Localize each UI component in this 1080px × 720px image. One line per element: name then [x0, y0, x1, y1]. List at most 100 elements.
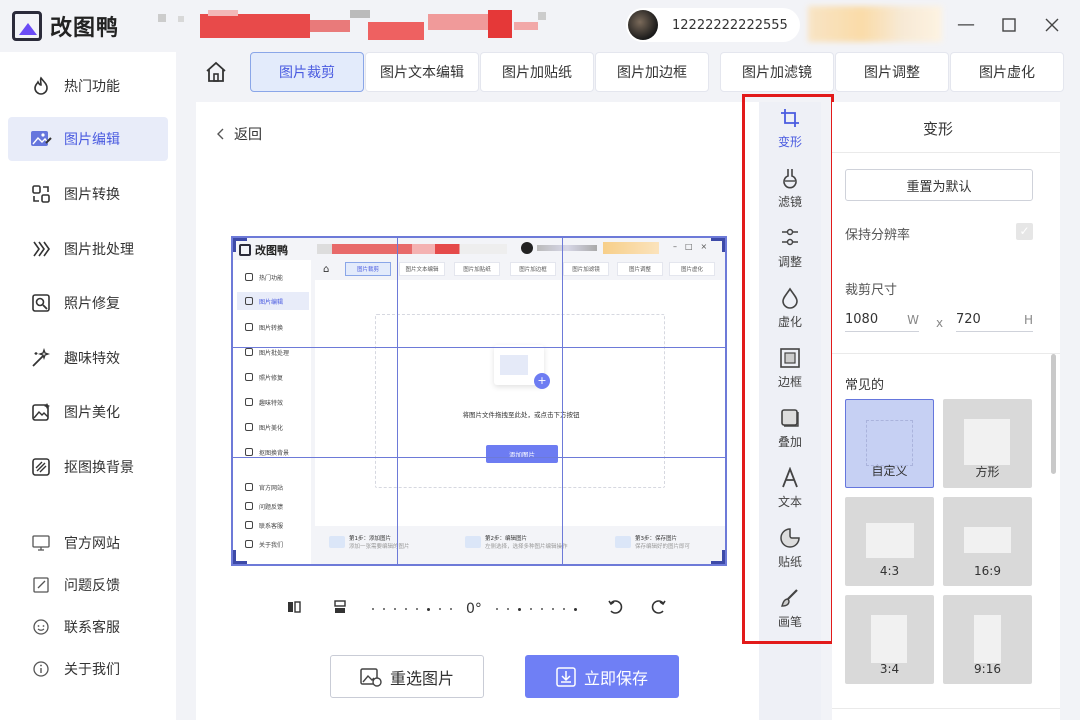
sidebar-item-batch[interactable]: 图片批处理 — [8, 227, 168, 271]
preview-nav-icon — [245, 348, 253, 356]
preview-app-name: 改图鸭 — [255, 244, 288, 257]
vip-badge-blurred[interactable] — [808, 6, 942, 42]
feature-tabs: 图片裁剪 图片文本编辑 图片加贴纸 图片加边框 图片加滤镜 图片调整 图片虚化 — [196, 52, 1080, 94]
magic-wand-icon — [30, 347, 52, 369]
sidebar-item-photo-repair[interactable]: 照片修复 — [8, 281, 168, 325]
footer-item-website[interactable]: 官方网站 — [30, 531, 120, 555]
footer-item-label: 联系客服 — [64, 620, 120, 636]
preview-nav-item: 图片转换 — [237, 318, 309, 336]
keep-resolution-label: 保持分辨率 — [845, 228, 911, 243]
crop-handle-bottom-right[interactable] — [711, 550, 725, 564]
sidebar: 热门功能 图片编辑 图片转换 图片批处理 照片修复 趣味特效 图片美化 抠图换背… — [0, 52, 176, 720]
reselect-label: 重选图片 — [389, 668, 454, 688]
sidebar-item-hot[interactable]: 热门功能 — [8, 64, 168, 108]
crop-handle-top-right[interactable] — [711, 238, 725, 252]
sidebar-item-beautify[interactable]: 图片美化 — [8, 390, 168, 434]
maximize-icon[interactable] — [998, 14, 1020, 36]
flip-horizontal-icon[interactable] — [286, 599, 302, 619]
preview-nav-label: 趣味特效 — [259, 399, 284, 407]
crop-grid-line — [233, 457, 725, 458]
crop-grid-line — [233, 347, 725, 348]
crop-handle-top-left[interactable] — [233, 238, 247, 252]
sidebar-item-convert[interactable]: 图片转换 — [8, 172, 168, 216]
preview-add-button: 添加图片 — [486, 445, 558, 463]
crop-handle-bottom-left[interactable] — [233, 550, 247, 564]
preview-footer-label: 问题反馈 — [259, 503, 284, 511]
preset-16-9[interactable]: 16:9 — [943, 497, 1032, 586]
app-name: 改图鸭 — [50, 16, 120, 41]
preview-tab: 图片加滤镜 — [563, 262, 609, 276]
tab-adjust[interactable]: 图片调整 — [835, 52, 949, 92]
preview-sidebar: 热门功能 图片编辑 图片转换 图片批处理 照片修复 趣味特效 图片美化 抠图换背… — [233, 260, 311, 564]
preset-4-3[interactable]: 4:3 — [845, 497, 934, 586]
rotate-right-icon[interactable] — [649, 598, 667, 620]
user-account[interactable]: 12222222222555 — [626, 8, 800, 42]
home-icon[interactable] — [204, 60, 230, 86]
reselect-image-button[interactable]: 重选图片 — [330, 655, 484, 698]
keep-resolution-checkbox[interactable]: ✓ — [1016, 223, 1033, 240]
preview-nav-item: 图片编辑 — [237, 292, 309, 310]
width-unit: W — [907, 312, 919, 327]
preset-9-16[interactable]: 9:16 — [943, 595, 1032, 684]
tab-text-edit[interactable]: 图片文本编辑 — [365, 52, 479, 92]
preview-footer-item: 关于我们 — [237, 535, 309, 553]
sidebar-item-cutout[interactable]: 抠图换背景 — [8, 445, 168, 489]
sidebar-item-image-edit[interactable]: 图片编辑 — [8, 117, 168, 161]
preview-footer-icon — [245, 540, 253, 548]
rotate-left-icon[interactable] — [607, 598, 625, 620]
preview-step-icon — [329, 536, 345, 548]
reset-default-button[interactable]: 重置为默认 — [845, 169, 1033, 201]
preview-step-desc: 保存编辑好的图片即可 — [635, 544, 691, 550]
preview-step-icon — [615, 536, 631, 548]
tab-sticker[interactable]: 图片加贴纸 — [480, 52, 594, 92]
height-field[interactable]: 720 H — [956, 308, 1033, 332]
tab-crop[interactable]: 图片裁剪 — [250, 52, 364, 92]
preview-step-title: 第2步：编辑图片 — [485, 536, 527, 542]
preset-label: 9:16 — [974, 662, 1001, 676]
batch-icon — [30, 238, 52, 260]
preview-nav-icon — [245, 398, 253, 406]
footer-item-about[interactable]: 关于我们 — [30, 657, 120, 681]
preview-main: + 将图片文件拖拽至此处，或点击下方按钮 添加图片 — [315, 280, 725, 526]
preview-avatar — [521, 242, 533, 254]
preview-drop-text: 将图片文件拖拽至此处，或点击下方按钮 — [462, 411, 580, 419]
flame-icon — [30, 75, 52, 97]
preview-footer-label: 官方网站 — [259, 484, 284, 492]
preview-footer-item: 官方网站 — [237, 478, 309, 496]
highlight-box — [742, 94, 834, 644]
preview-nav-label: 图片编辑 — [259, 298, 284, 306]
close-icon[interactable] — [1041, 14, 1063, 36]
flip-vertical-icon[interactable] — [332, 599, 348, 619]
preview-nav-icon — [245, 423, 253, 431]
tab-filter[interactable]: 图片加滤镜 — [720, 52, 834, 92]
preset-3-4[interactable]: 3:4 — [845, 595, 934, 684]
preview-steps: 第1步：添加图片 添加一张需要编辑的图片 第2步：编辑图片 左侧选择，选择多种图片编… — [315, 530, 725, 560]
crop-grid-line — [397, 238, 398, 564]
width-field[interactable]: 1080 W — [845, 308, 919, 332]
preset-custom[interactable]: 自定义 — [845, 399, 934, 488]
panel-scrollbar[interactable] — [1051, 354, 1056, 474]
rotation-slider-right[interactable] — [495, 607, 577, 611]
preview-nav-label: 图片转换 — [259, 324, 284, 332]
footer-item-feedback[interactable]: 问题反馈 — [30, 573, 120, 597]
footer-item-support[interactable]: 联系客服 — [30, 615, 120, 639]
preview-tab: 图片文本编辑 — [399, 262, 445, 276]
editor-canvas: 返回 改图鸭 –□× 热门功能 图片编辑 图片转换 图片批处理 照片修复 趣味特… — [196, 102, 759, 720]
tab-blur[interactable]: 图片虚化 — [950, 52, 1064, 92]
save-button[interactable]: 立即保存 — [525, 655, 679, 698]
preset-square[interactable]: 方形 — [943, 399, 1032, 488]
preset-label: 方形 — [975, 465, 1000, 479]
rotation-slider-left[interactable] — [372, 607, 452, 611]
preview-nav-label: 照片修复 — [259, 374, 284, 382]
sidebar-item-effects[interactable]: 趣味特效 — [8, 336, 168, 380]
image-preview[interactable]: 改图鸭 –□× 热门功能 图片编辑 图片转换 图片批处理 照片修复 趣味特效 图… — [231, 236, 727, 566]
preview-nav-item: 图片美化 — [237, 418, 309, 436]
user-id: 12222222222555 — [672, 17, 788, 33]
save-label: 立即保存 — [583, 668, 648, 688]
width-value: 1080 — [845, 312, 879, 327]
tab-border[interactable]: 图片加边框 — [595, 52, 709, 92]
minimize-icon[interactable]: — — [955, 14, 977, 36]
preview-nav-icon — [245, 323, 253, 331]
back-button[interactable]: 返回 — [216, 124, 262, 144]
preview-footer-label: 联系客服 — [259, 522, 284, 530]
